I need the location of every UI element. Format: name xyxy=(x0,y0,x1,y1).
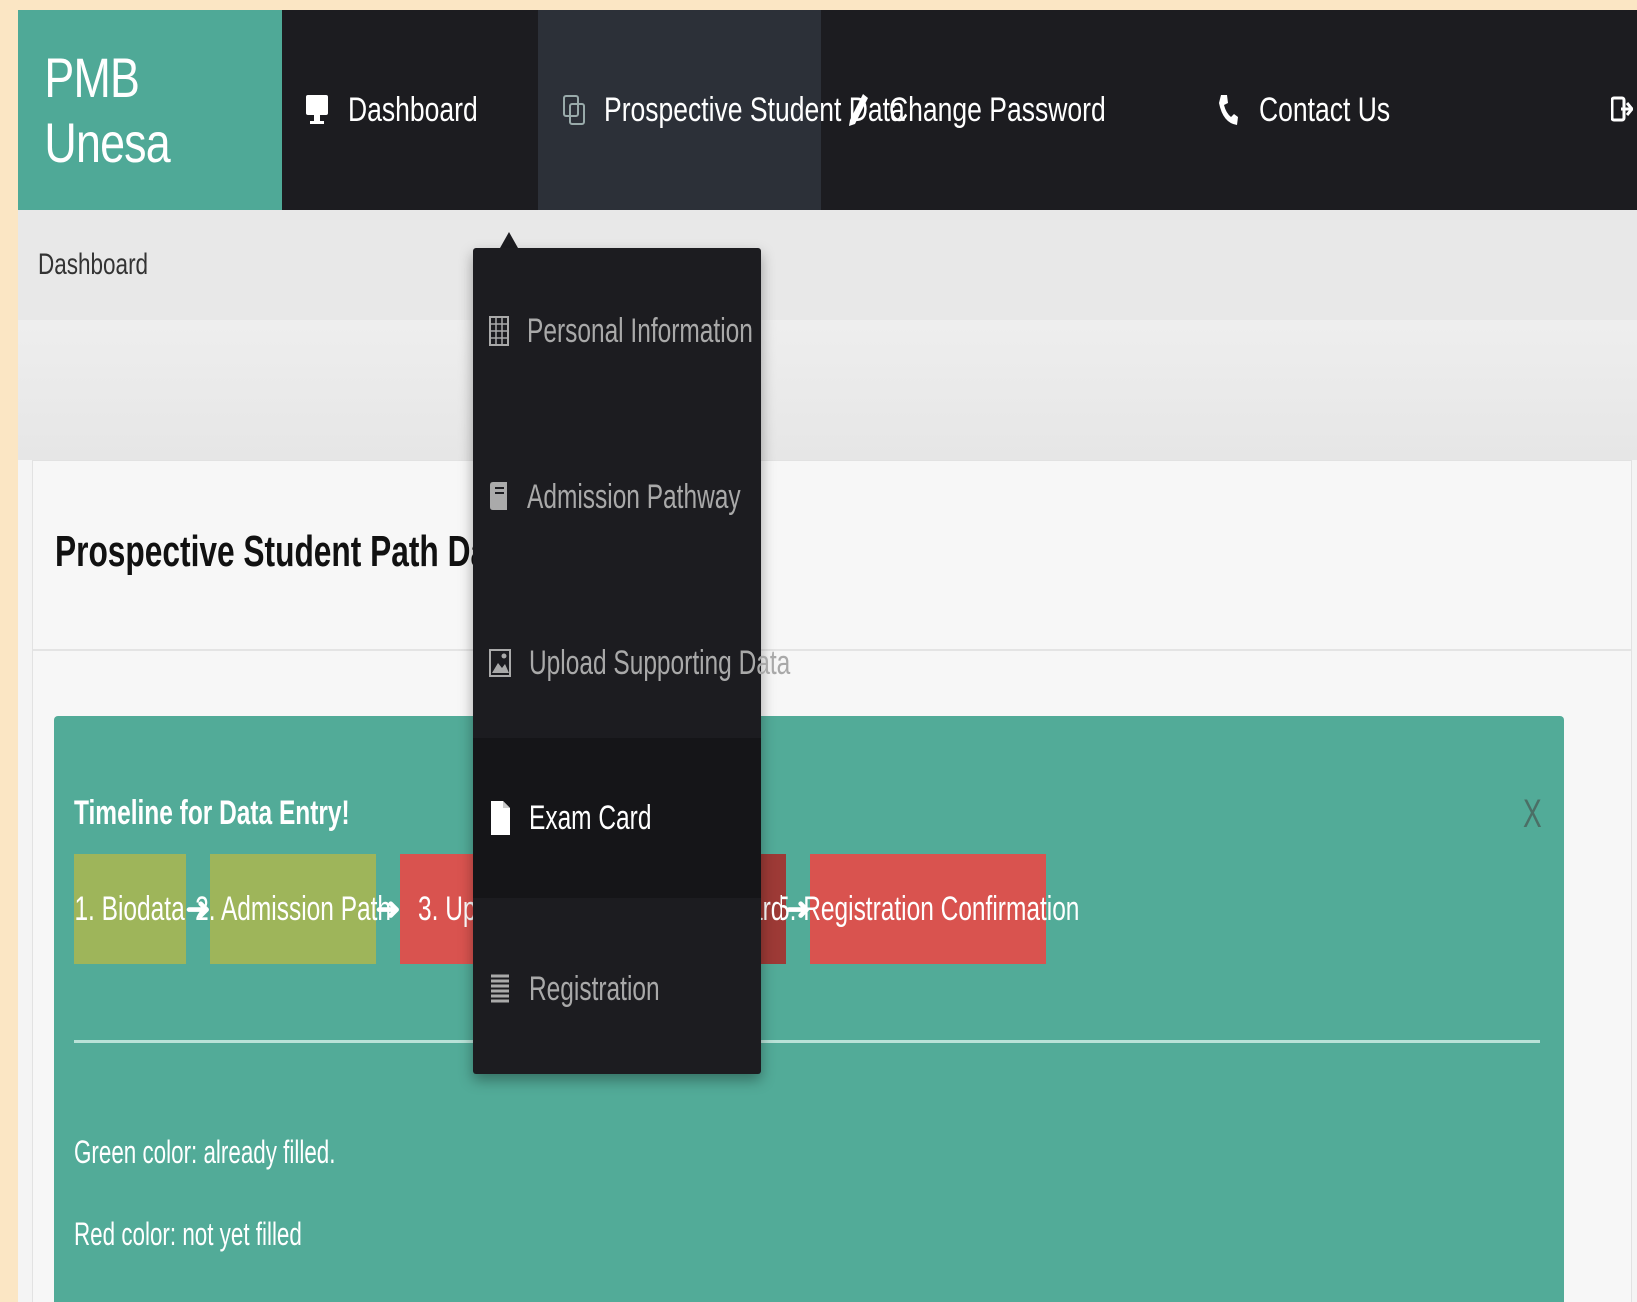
legend-green: Green color: already filled. xyxy=(74,1134,336,1170)
legend-red: Red color: not yet filled xyxy=(74,1216,302,1252)
phone-icon xyxy=(1215,93,1241,127)
list-icon xyxy=(489,973,511,1005)
file-icon xyxy=(489,801,511,835)
nav-change-password-label: Change Password xyxy=(889,90,1107,129)
nav-contact[interactable]: Contact Us xyxy=(1191,10,1451,210)
step-biodata[interactable]: 1. Biodata xyxy=(74,854,186,964)
nav-contact-label: Contact Us xyxy=(1259,90,1391,129)
panel-divider xyxy=(33,649,1631,651)
menu-registration[interactable]: Registration xyxy=(473,906,761,1072)
menu-exam-card[interactable]: Exam Card xyxy=(473,738,761,898)
book-icon xyxy=(489,481,509,513)
breadcrumb[interactable]: Dashboard xyxy=(38,248,148,282)
breadcrumb-bar: Dashboard xyxy=(18,210,1637,320)
top-navbar: PMB Unesa Dashboard Prospective Student … xyxy=(18,10,1637,210)
logout-icon[interactable] xyxy=(1610,92,1634,134)
header-band xyxy=(18,320,1637,460)
step-registration-confirmation[interactable]: 5. Registration Confirmation xyxy=(776,854,1080,964)
image-icon xyxy=(489,647,511,679)
app-frame: PMB Unesa Dashboard Prospective Student … xyxy=(18,10,1637,1302)
dropdown-caret xyxy=(500,232,518,248)
nav-dashboard[interactable]: Dashboard xyxy=(282,10,538,210)
page-title: Prospective Student Path Data xyxy=(55,527,517,576)
menu-upload-supporting-data[interactable]: Upload Supporting Data xyxy=(473,580,790,746)
step-admission-path[interactable]: 2. Admission Path xyxy=(195,854,391,964)
brand-logo[interactable]: PMB Unesa xyxy=(18,10,282,210)
copy-icon xyxy=(562,93,586,127)
alert-title: Timeline for Data Entry! xyxy=(74,794,350,832)
alert-divider xyxy=(74,1040,1540,1043)
close-icon[interactable]: X xyxy=(1523,792,1542,837)
table-icon xyxy=(489,315,509,347)
menu-admission-pathway[interactable]: Admission Pathway xyxy=(473,414,761,580)
monitor-icon xyxy=(304,93,330,127)
nav-dashboard-label: Dashboard xyxy=(348,90,478,129)
menu-personal-information[interactable]: Personal Information xyxy=(473,248,761,414)
student-data-dropdown: Personal Information Admission Pathway U… xyxy=(473,248,790,1074)
nav-student-data-label: Prospective Student Data xyxy=(604,90,906,129)
nav-student-data[interactable]: Prospective Student Data xyxy=(538,10,905,210)
timeline-alert: Timeline for Data Entry! X 1. Biodata ➜ … xyxy=(54,716,1564,1302)
